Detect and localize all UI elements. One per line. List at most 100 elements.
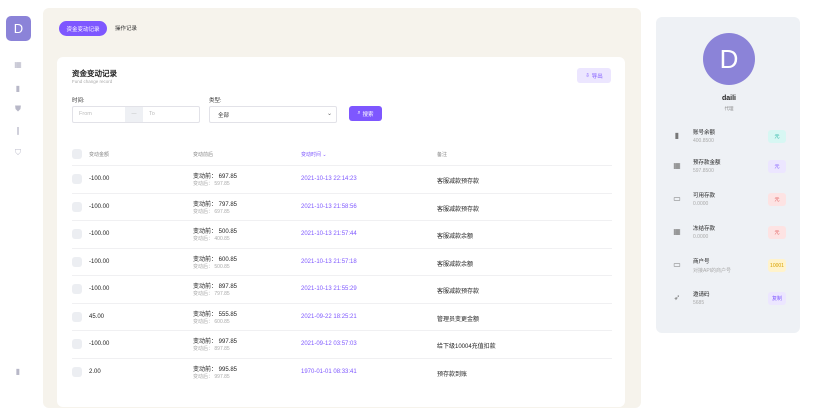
info-value: 0.0000 <box>693 201 709 207</box>
row-balance-after: 变动后： 997.85 <box>193 374 230 380</box>
info-title: 账号余额 <box>693 130 716 136</box>
time-label: 时间: <box>72 98 85 104</box>
row-amount: 45.00 <box>89 314 105 320</box>
row-time: 2021-10-13 21:57:18 <box>301 259 357 265</box>
header-balance: 变动前后 <box>193 152 214 158</box>
header-note: 备注 <box>437 152 448 158</box>
user-role: 代理 <box>724 106 734 111</box>
row-amount: -100.00 <box>89 231 110 237</box>
row-time: 2021-09-12 03:57:03 <box>301 341 357 347</box>
row-balance-after: 变动后： 597.85 <box>193 181 230 187</box>
bar-chart-icon: ▮ <box>674 131 680 140</box>
row-amount: -100.00 <box>89 204 110 210</box>
row-note: 管理员变更金额 <box>437 317 480 323</box>
search-button[interactable]: ⌕ 搜索 <box>349 106 382 121</box>
sidebar: D ▦ ▮ ⛊ ∥ ⛉ ▮ <box>0 0 36 401</box>
page-title: 资金变动记录 <box>72 69 117 78</box>
row-balance-after: 变动后： 697.85 <box>193 209 230 215</box>
row-time: 1970-01-01 08:33:41 <box>301 369 357 375</box>
logo[interactable]: D <box>6 16 31 41</box>
table-row: -100.00 变动前： 997.85 变动后： 897.85 2021-09-12 … <box>72 330 612 358</box>
row-time: 2021-09-22 18:25:21 <box>301 314 357 320</box>
grid-icon[interactable]: ▦ <box>13 60 23 70</box>
to-input[interactable]: To <box>149 111 155 117</box>
header-amount: 变动金额 <box>89 152 110 158</box>
table-row: -100.00 变动前： 600.85 变动后： 500.85 2021-10-13 … <box>72 248 612 276</box>
card-icon: ▭ <box>673 260 681 269</box>
row-time: 2021-10-13 21:58:56 <box>301 204 357 210</box>
row-amount: -100.00 <box>89 286 110 292</box>
row-checkbox[interactable] <box>72 284 82 294</box>
row-checkbox[interactable] <box>72 229 82 239</box>
select-all-checkbox[interactable] <box>72 149 82 159</box>
row-note: 客服减款预存款 <box>437 289 480 295</box>
tab-operation-records[interactable]: 操作记录 <box>115 24 137 32</box>
date-range-picker[interactable]: From — To <box>72 106 200 123</box>
row-checkbox[interactable] <box>72 367 82 377</box>
row-balance-before: 变动前： 897.85 <box>193 284 238 290</box>
row-checkbox[interactable] <box>72 202 82 212</box>
info-title: 冻结存款 <box>693 226 716 232</box>
info-title: 邀请码 <box>693 292 710 298</box>
row-balance-after: 变动后： 400.85 <box>193 236 230 242</box>
info-badge: 元 <box>768 226 786 239</box>
export-button[interactable]: ⇩ 导出 <box>577 68 611 83</box>
grid-icon: ▦ <box>673 161 681 170</box>
book-icon[interactable]: ∥ <box>13 126 23 136</box>
row-note: 预存款到账 <box>437 372 468 378</box>
table-row: -100.00 变动前： 697.85 变动后： 597.85 2021-10-13 … <box>72 165 612 193</box>
info-value: 5685 <box>693 300 705 306</box>
info-badge: 10001 <box>768 259 786 272</box>
info-value: 597.8500 <box>693 168 714 174</box>
page-subtitle: Fund change record <box>72 79 113 84</box>
bar-chart-icon[interactable]: ▮ <box>13 84 23 94</box>
type-select[interactable]: 全部 ⌄ <box>209 106 337 123</box>
profile-info-item: ▦ 预存款金额 597.8500 元 <box>668 156 788 180</box>
row-checkbox[interactable] <box>72 257 82 267</box>
grid-icon: ▦ <box>673 227 681 236</box>
shield-icon[interactable]: ⛊ <box>13 104 23 114</box>
row-balance-after: 变动后： 797.85 <box>193 291 230 297</box>
row-checkbox[interactable] <box>72 312 82 322</box>
tab-fund-records[interactable]: 资金变动记录 <box>59 21 107 36</box>
row-checkbox[interactable] <box>72 339 82 349</box>
avatar[interactable]: D <box>703 33 755 85</box>
row-amount: -100.00 <box>89 259 110 265</box>
info-badge: 元 <box>768 193 786 206</box>
range-separator: — <box>125 107 143 122</box>
profile-info-item: ▭ 商户号 对接API的商户号 10001 <box>668 255 788 279</box>
share-icon: ➶ <box>673 293 681 302</box>
row-balance-before: 变动前： 997.85 <box>193 339 238 345</box>
info-value: 400.8500 <box>693 138 714 144</box>
info-title: 预存款金额 <box>693 160 721 166</box>
search-icon: ⌕ <box>357 110 361 116</box>
info-value: 0.0000 <box>693 234 709 240</box>
row-checkbox[interactable] <box>72 174 82 184</box>
row-note: 客服减款余额 <box>437 262 474 268</box>
header-time[interactable]: 变动时间 ⌄ <box>301 151 327 158</box>
row-balance-before: 变动前： 797.85 <box>193 202 238 208</box>
row-balance-after: 变动后： 897.85 <box>193 346 230 352</box>
row-balance-before: 变动前： 555.85 <box>193 312 238 318</box>
chevron-down-icon: ⌄ <box>326 111 332 117</box>
type-label: 类型: <box>209 98 222 104</box>
shield-alt-icon[interactable]: ⛉ <box>13 148 23 158</box>
info-badge: 元 <box>768 130 786 143</box>
row-balance-after: 变动后： 500.85 <box>193 264 230 270</box>
row-amount: -100.00 <box>89 341 110 347</box>
info-title: 可用存款 <box>693 193 716 199</box>
card-icon: ▭ <box>673 194 681 203</box>
profile-info-item: ▦ 冻结存款 0.0000 元 <box>668 222 788 246</box>
profile-info-item: ➶ 邀请码 5685 复制 <box>668 288 788 312</box>
bar-chart-icon[interactable]: ▮ <box>13 367 23 377</box>
row-balance-before: 变动前： 995.85 <box>193 367 238 373</box>
row-note: 客服减款预存款 <box>437 207 480 213</box>
row-balance-before: 变动前： 697.85 <box>193 174 238 180</box>
from-input[interactable]: From <box>79 111 92 117</box>
sort-icon: ⌄ <box>322 152 327 158</box>
table-row: 2.00 变动前： 995.85 变动后： 997.85 1970-01-01 08:… <box>72 358 612 386</box>
export-icon: ⇩ <box>585 72 590 79</box>
profile-info-item: ▮ 账号余额 400.8500 元 <box>668 126 788 150</box>
info-badge: 元 <box>768 160 786 173</box>
info-badge[interactable]: 复制 <box>768 292 786 305</box>
